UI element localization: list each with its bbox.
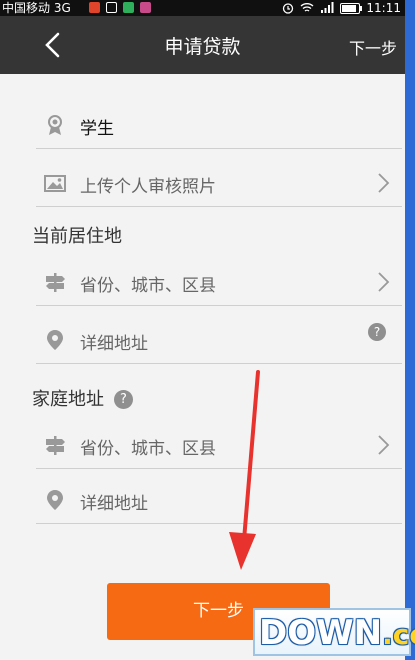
current-address-placeholder: 详细地址 bbox=[80, 334, 148, 354]
app-notification-icon bbox=[89, 2, 100, 13]
site-watermark: DOWN.cc bbox=[253, 608, 415, 656]
chevron-right-icon bbox=[378, 173, 390, 193]
signal-icon bbox=[321, 2, 334, 13]
notification-icons bbox=[89, 2, 151, 13]
current-address-detail-input[interactable]: 详细地址 ? bbox=[36, 317, 402, 364]
wifi-icon bbox=[300, 3, 314, 12]
page-title: 申请贷款 bbox=[164, 36, 241, 58]
image-icon bbox=[44, 175, 66, 192]
identity-field[interactable]: 学生 bbox=[36, 102, 402, 149]
chevron-right-icon bbox=[378, 435, 390, 455]
carrier-label: 中国移动 3G bbox=[2, 1, 71, 15]
current-region-picker[interactable]: 省份、城市、区县 bbox=[36, 259, 402, 306]
wechat-notification-icon bbox=[123, 2, 134, 13]
next-step-link[interactable]: 下一步 bbox=[349, 35, 397, 59]
screenshot-frame bbox=[405, 0, 415, 660]
alarm-icon bbox=[283, 3, 294, 14]
photo-upload-field[interactable]: 上传个人审核照片 bbox=[36, 160, 402, 207]
home-region-placeholder: 省份、城市、区县 bbox=[80, 439, 216, 459]
signpost-icon bbox=[46, 436, 65, 455]
current-region-placeholder: 省份、城市、区县 bbox=[80, 276, 216, 296]
location-pin-icon bbox=[47, 330, 63, 350]
home-address-detail-input[interactable]: 详细地址 bbox=[36, 477, 402, 524]
award-icon bbox=[48, 115, 62, 135]
clipped-field-row bbox=[36, 74, 402, 82]
home-address-placeholder: 详细地址 bbox=[80, 494, 148, 514]
status-bar: 中国移动 3G 11:11 bbox=[0, 0, 405, 16]
clock-time: 11:11 bbox=[366, 1, 401, 15]
current-residence-title: 当前居住地 bbox=[32, 226, 122, 247]
signpost-icon bbox=[46, 273, 65, 292]
system-status: 11:11 bbox=[282, 0, 401, 16]
photo-upload-label: 上传个人审核照片 bbox=[80, 177, 216, 197]
help-icon[interactable]: ? bbox=[368, 323, 386, 341]
nav-bar: 申请贷款 下一步 bbox=[0, 16, 405, 74]
location-pin-icon bbox=[47, 490, 63, 510]
identity-value: 学生 bbox=[80, 119, 114, 139]
help-icon[interactable]: ? bbox=[114, 390, 133, 409]
home-region-picker[interactable]: 省份、城市、区县 bbox=[36, 422, 402, 469]
app-notification-icon bbox=[140, 2, 151, 13]
home-address-title: 家庭地址? bbox=[32, 385, 133, 411]
image-notification-icon bbox=[106, 2, 117, 13]
chevron-right-icon bbox=[378, 272, 390, 292]
battery-icon bbox=[340, 2, 363, 14]
